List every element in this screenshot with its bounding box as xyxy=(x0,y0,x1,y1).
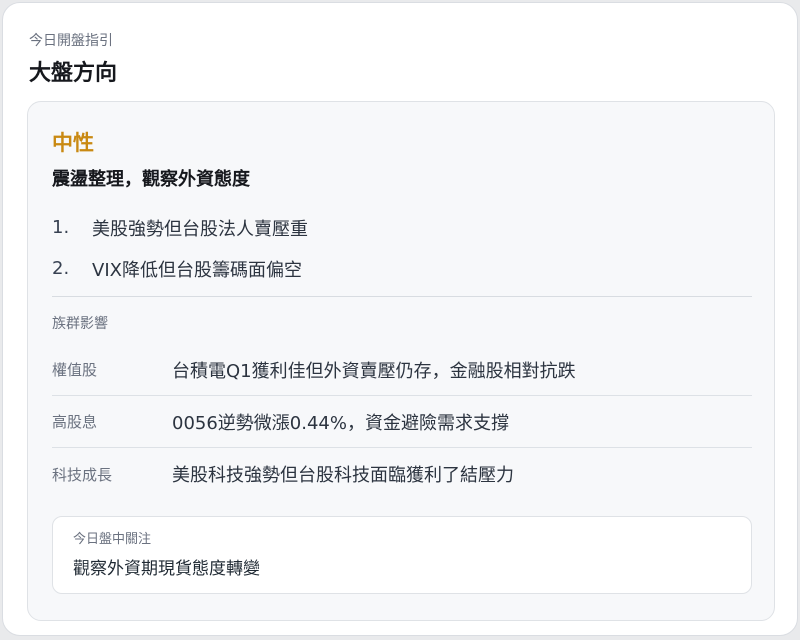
reason-text: VIX降低但台股籌碼面偏空 xyxy=(92,259,302,281)
sector-description: 台積電Q1獲利佳但外資賣壓仍存，金融股相對抗跌 xyxy=(172,360,576,382)
intraday-watch-box: 今日盤中關注 觀察外資期現貨態度轉變 xyxy=(52,516,752,594)
reason-list: 1. 美股強勢但台股法人賣壓重 2. VIX降低但台股籌碼面偏空 xyxy=(52,207,752,289)
sector-row: 高股息 0056逆勢微漲0.44%，資金避險需求支撐 xyxy=(52,396,752,448)
reason-item: 2. VIX降低但台股籌碼面偏空 xyxy=(52,248,752,289)
direction-panel: 中性 震盪整理，觀察外資態度 1. 美股強勢但台股法人賣壓重 2. VIX降低但… xyxy=(27,101,775,621)
reason-number: 2. xyxy=(52,258,70,279)
card-title: 大盤方向 xyxy=(29,61,118,86)
sector-row: 科技成長 美股科技強勢但台股科技面臨獲利了結壓力 xyxy=(52,448,752,500)
sentiment-label: 中性 xyxy=(52,131,94,155)
sector-name: 權值股 xyxy=(52,361,98,379)
sector-row: 權值股 台積電Q1獲利佳但外資賣壓仍存，金融股相對抗跌 xyxy=(52,344,752,396)
watch-label: 今日盤中關注 xyxy=(73,532,152,547)
reason-text: 美股強勢但台股法人賣壓重 xyxy=(92,218,308,240)
sector-description: 0056逆勢微漲0.44%，資金避險需求支撐 xyxy=(172,412,509,434)
reason-item: 1. 美股強勢但台股法人賣壓重 xyxy=(52,207,752,248)
reason-number: 1. xyxy=(52,217,70,238)
card-eyebrow: 今日開盤指引 xyxy=(29,33,113,49)
market-guide-card: 今日開盤指引 大盤方向 中性 震盪整理，觀察外資態度 1. 美股強勢但台股法人賣… xyxy=(2,2,798,636)
sector-name: 科技成長 xyxy=(52,465,113,484)
sector-impact-list: 權值股 台積電Q1獲利佳但外資賣壓仍存，金融股相對抗跌 高股息 0056逆勢微漲… xyxy=(52,344,752,500)
direction-headline: 震盪整理，觀察外資態度 xyxy=(52,169,250,190)
watch-value: 觀察外資期現貨態度轉變 xyxy=(73,559,260,579)
section-divider xyxy=(52,296,752,297)
sector-impact-label: 族群影響 xyxy=(52,316,108,332)
sector-name: 高股息 xyxy=(52,413,98,431)
sector-description: 美股科技強勢但台股科技面臨獲利了結壓力 xyxy=(172,465,514,486)
